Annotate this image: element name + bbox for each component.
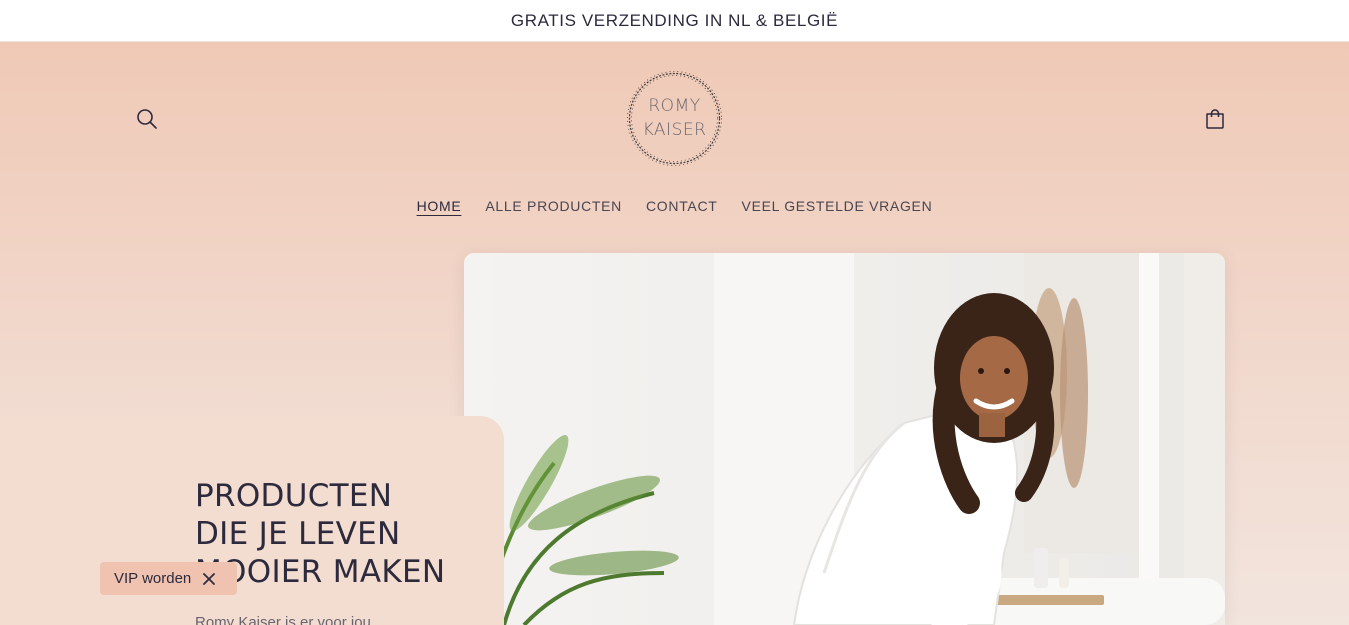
header-and-hero: ROMY KAISER HOME ALLE PRODUCTEN CONTACT … <box>0 42 1349 625</box>
announcement-text: GRATIS VERZENDING IN NL & BELGIË <box>510 10 839 30</box>
hero-image <box>464 253 1225 625</box>
logo[interactable]: ROMY KAISER <box>624 69 725 168</box>
announcement-bar: GRATIS VERZENDING IN NL & BELGIË <box>0 0 1349 42</box>
search-button[interactable] <box>134 106 160 132</box>
nav-item-contact[interactable]: CONTACT <box>646 198 718 214</box>
hero-description: Romy Kaiser is er voor jou <box>195 614 371 625</box>
vip-button[interactable]: VIP worden <box>100 562 237 595</box>
logo-text-line1: ROMY <box>648 96 701 116</box>
nav-item-alle-producten[interactable]: ALLE PRODUCTEN <box>485 198 622 214</box>
shopping-bag-icon <box>1206 109 1224 129</box>
main-nav: HOME ALLE PRODUCTEN CONTACT VEEL GESTELD… <box>0 198 1349 214</box>
vip-close-button[interactable] <box>201 571 217 587</box>
hero-title-line2: DIE JE LEVEN <box>195 516 401 552</box>
nav-item-home[interactable]: HOME <box>417 198 462 214</box>
close-icon <box>203 572 216 585</box>
hero-title-line1: PRODUCTEN <box>195 478 393 514</box>
search-icon <box>137 109 157 129</box>
nav-item-veel-gestelde-vragen[interactable]: VEEL GESTELDE VRAGEN <box>742 198 933 214</box>
cart-button[interactable] <box>1202 106 1228 132</box>
logo-text-line2: KAISER <box>642 120 707 140</box>
vip-label: VIP worden <box>114 570 192 587</box>
laurel-wreath-icon <box>627 71 722 166</box>
